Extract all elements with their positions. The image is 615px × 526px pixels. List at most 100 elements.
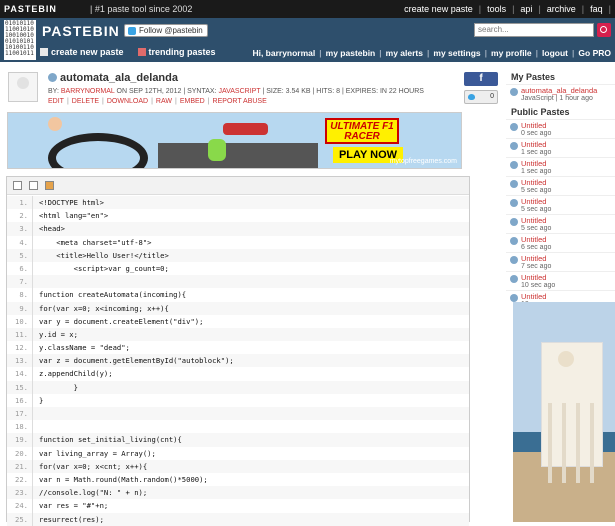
- meta-expires: | EXPIRES: IN 22 HOURS: [341, 88, 424, 95]
- meta-author[interactable]: BARRYNORMAL: [61, 88, 115, 95]
- paste-list-item[interactable]: Untitled 6 sec ago: [506, 233, 615, 252]
- my-settings-link[interactable]: my settings: [433, 48, 480, 58]
- trending-pastes-link[interactable]: trending pastes: [137, 47, 216, 57]
- paste-list-name[interactable]: Untitled: [521, 121, 610, 130]
- copy-icon[interactable]: [29, 181, 38, 190]
- my-alerts-link[interactable]: my alerts: [386, 48, 423, 58]
- top-nav-api[interactable]: api: [520, 4, 532, 14]
- view-source-icon[interactable]: [13, 181, 22, 190]
- code-text: y.id = x;: [39, 329, 78, 339]
- ad-column: [576, 403, 580, 483]
- paste-list-item[interactable]: Untitled10 sec ago: [506, 271, 615, 290]
- top-nav-tools[interactable]: tools: [487, 4, 506, 14]
- search-icon[interactable]: [597, 23, 611, 37]
- tweet-button[interactable]: 0: [464, 90, 498, 104]
- facebook-share-button[interactable]: f: [464, 72, 498, 86]
- paste-list-item[interactable]: Untitled 1 sec ago: [506, 157, 615, 176]
- line-number: 21.: [7, 459, 33, 473]
- paste-list-item[interactable]: Untitled 5 sec ago: [506, 176, 615, 195]
- paste-list-name[interactable]: Untitled: [521, 273, 610, 282]
- paste-list-time: 7 sec ago: [521, 263, 552, 270]
- tagline: | #1 paste tool since 2002: [90, 4, 193, 14]
- code-text: var res = "#"+n;: [39, 501, 109, 511]
- paste-list-name[interactable]: Untitled: [521, 178, 610, 187]
- globe-icon: [510, 275, 518, 283]
- create-paste-label: create new paste: [51, 47, 124, 57]
- create-paste-link[interactable]: create new paste: [40, 47, 124, 57]
- report-abuse-link[interactable]: REPORT ABUSE: [213, 98, 267, 105]
- facebook-icon: f: [479, 73, 483, 84]
- code-text: //console.log("N: " + n);: [39, 488, 148, 498]
- paste-list-name[interactable]: Untitled: [521, 254, 610, 263]
- my-pastes-heading: My Pastes: [511, 72, 556, 82]
- code-text: var y = document.createElement("div");: [39, 316, 204, 326]
- line-number: 25.: [7, 512, 33, 526]
- paste-list-item[interactable]: Untitled 0 sec ago: [506, 119, 615, 138]
- paste-list-item[interactable]: Untitled 5 sec ago: [506, 195, 615, 214]
- meta-syntax[interactable]: JAVASCRIPT: [218, 88, 260, 95]
- code-line: 1. <!DOCTYPE html>: [7, 196, 469, 210]
- brand-name[interactable]: PASTEBIN: [4, 4, 57, 14]
- code-text: var z = document.getElementById("autoblo…: [39, 356, 234, 366]
- my-pastebin-link[interactable]: my pastebin: [326, 48, 376, 58]
- banner-ad[interactable]: ULTIMATE F1 RACER PLAY NOW mytopfreegame…: [7, 112, 462, 169]
- code-line: 18.: [7, 420, 469, 434]
- header: 01010110 11001010 10010010 01010101 1010…: [0, 18, 615, 62]
- paste-list-time: JavaScript | 1 hour ago: [521, 95, 593, 102]
- ad-site: mytopfreegames.com: [389, 158, 457, 165]
- meta-by-label: BY:: [48, 88, 59, 95]
- code-line: 12. y.className = "dead";: [7, 341, 469, 355]
- top-nav-faq[interactable]: faq: [590, 4, 603, 14]
- twitter-icon: [128, 27, 136, 35]
- paste-list-name[interactable]: Untitled: [521, 197, 610, 206]
- top-nav-archive[interactable]: archive: [547, 4, 576, 14]
- print-icon[interactable]: [45, 181, 54, 190]
- paste-list-name[interactable]: Untitled: [521, 159, 610, 168]
- twitter-bird-icon: [468, 94, 475, 100]
- line-number: 6.: [7, 261, 33, 276]
- code-text: for(var x=0; x<incoming; x++){: [39, 303, 169, 313]
- code-text: z.appendChild(y);: [39, 369, 113, 379]
- search-input[interactable]: search...: [474, 23, 594, 37]
- paste-title: automata_ala_delanda: [48, 72, 178, 84]
- go-pro-link[interactable]: Go PRO: [578, 48, 611, 58]
- code-text: function set_initial_living(cnt){: [39, 435, 182, 445]
- code-text: <script>var g_count=0;: [39, 263, 169, 273]
- logo-text[interactable]: PASTEBIN: [42, 23, 120, 39]
- line-number: 22.: [7, 472, 33, 487]
- paste-list-name[interactable]: Untitled: [521, 140, 610, 149]
- embed-link[interactable]: EMBED: [180, 98, 205, 105]
- logo-icon[interactable]: 01010110 11001010 10010010 01010101 1010…: [4, 20, 36, 60]
- download-link[interactable]: DOWNLOAD: [107, 98, 148, 105]
- line-number: 2.: [7, 209, 33, 223]
- code-line: 6. <script>var g_count=0;: [7, 261, 469, 276]
- line-number: 1.: [7, 196, 33, 210]
- user-nav: Hi, barrynormal | my pastebin | my alerts |…: [252, 48, 611, 58]
- raw-link[interactable]: RAW: [156, 98, 172, 105]
- top-nav-create[interactable]: create new paste: [404, 4, 473, 14]
- top-bar: PASTEBIN | #1 paste tool since 2002 crea…: [0, 0, 615, 18]
- edit-link[interactable]: EDIT: [48, 98, 64, 105]
- paste-list-item[interactable]: automata_ala_delanda JavaScript | 1 hour …: [506, 84, 615, 103]
- ad-steering-wheel: [48, 133, 148, 168]
- delete-link[interactable]: DELETE: [72, 98, 99, 105]
- paste-list-item[interactable]: Untitled 7 sec ago: [506, 252, 615, 271]
- paste-list-time: 6 sec ago: [521, 244, 552, 251]
- paste-list-name[interactable]: automata_ala_delanda: [521, 86, 610, 95]
- code-text: for(var x=0; x<cnt; x++){: [39, 461, 148, 471]
- globe-icon: [510, 161, 518, 169]
- avatar[interactable]: [8, 72, 38, 102]
- code-line: 25. resurrect(res);: [7, 512, 469, 526]
- paste-list-name[interactable]: Untitled: [521, 216, 610, 225]
- code-line: 23. //console.log("N: " + n);: [7, 486, 469, 500]
- my-profile-link[interactable]: my profile: [491, 48, 532, 58]
- sidebar-ad[interactable]: [513, 302, 615, 522]
- ad-green-hand: [208, 139, 226, 161]
- paste-list-name[interactable]: Untitled: [521, 292, 610, 301]
- paste-list-name[interactable]: Untitled: [521, 235, 610, 244]
- paste-list-time: 1 sec ago: [521, 168, 552, 175]
- paste-list-item[interactable]: Untitled 5 sec ago: [506, 214, 615, 233]
- logout-link[interactable]: logout: [542, 48, 568, 58]
- twitter-follow-button[interactable]: Follow @pastebin: [124, 24, 208, 37]
- paste-list-item[interactable]: Untitled 1 sec ago: [506, 138, 615, 157]
